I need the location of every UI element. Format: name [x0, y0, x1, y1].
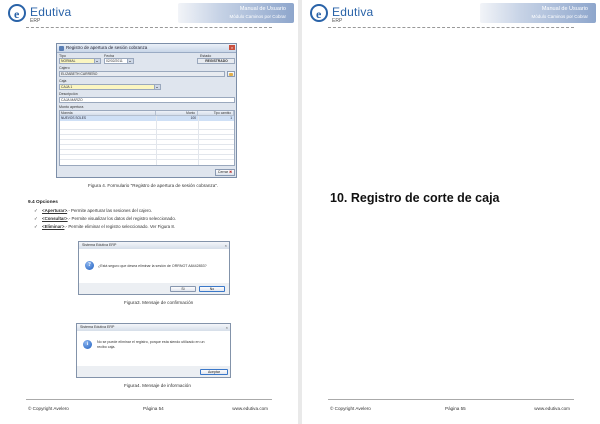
calendar-dropdown-icon[interactable]	[127, 59, 133, 63]
logo-text: Edutiva	[332, 5, 374, 19]
figure-4b-caption: Figura4. Mensaje de información	[124, 383, 191, 388]
no-button[interactable]: No	[199, 286, 225, 292]
close-icon[interactable]: ×	[226, 324, 228, 331]
close-icon: ✖	[229, 170, 233, 174]
no-label: No	[209, 287, 215, 291]
info-message-line1: No se puede eliminar el registro, porque…	[97, 340, 205, 344]
descripcion-value: CAJA MARZO	[61, 98, 83, 102]
bullet-text: .- Permite aperturar las sesiones del ca…	[67, 208, 153, 213]
accept-button[interactable]: Aceptar	[200, 369, 228, 375]
estado-field: REGISTRADO	[197, 58, 235, 64]
confirm-body: ? ¿Está seguro que desea eliminar la ses…	[79, 249, 229, 283]
banner-title: Manual de Usuario	[239, 6, 286, 12]
bullet-text: .- Permite eliminar el registro seleccio…	[64, 224, 175, 229]
fecha-value: 02/02/2011	[106, 59, 123, 63]
info-body: i No se puede eliminar el registro, porq…	[77, 331, 230, 366]
cajero-field: ELIZABETH CARREÑO	[59, 71, 225, 77]
grid-cell-tipo-cambio[interactable]: 1	[198, 116, 234, 121]
page-header: e Edutiva ERP Manual de Usuario Módulo C…	[0, 0, 298, 26]
banner-title: Manual de Usuario	[541, 6, 588, 12]
bullet-key: <Aperturar>	[42, 208, 68, 213]
header-banner: Manual de Usuario Módulo Caminos por Cob…	[480, 3, 596, 23]
document-page-54: e Edutiva ERP Manual de Usuario Módulo C…	[0, 0, 298, 424]
check-icon: ✓	[34, 216, 38, 221]
yes-button[interactable]: Sí	[170, 286, 196, 292]
header-divider	[328, 27, 574, 28]
logo-subtext: ERP	[332, 18, 343, 24]
grid-row-empty	[60, 155, 234, 160]
cajero-value: ELIZABETH CARREÑO	[61, 72, 98, 76]
close-icon[interactable]: ×	[225, 242, 227, 249]
yes-label: Sí	[181, 287, 185, 291]
chapter-title: 10. Registro de corte de caja	[330, 191, 500, 205]
chevron-down-icon[interactable]	[154, 85, 160, 89]
descripcion-field[interactable]: CAJA MARZO	[59, 97, 235, 103]
section-title: 9.4 Opciones	[28, 200, 58, 205]
footer-website: www.edutiva.com	[534, 406, 570, 411]
logo-text: Edutiva	[30, 5, 72, 19]
bullet-key: <Eliminar>	[42, 224, 65, 229]
banner-subtitle: Módulo Caminos por Cobrar	[531, 14, 588, 19]
caja-select[interactable]: CAJA 1	[59, 84, 161, 90]
monto-grid[interactable]: Moneda Monto Tipo cambio NUEVOS SOLES 10…	[59, 110, 235, 166]
footer-divider	[26, 399, 272, 400]
caja-value: CAJA 1	[61, 85, 73, 89]
cajero-search-button[interactable]	[227, 71, 235, 77]
tipo-select[interactable]: NORMAL	[59, 58, 101, 64]
confirm-dialog: Sistema Edutiva ERP × ? ¿Está seguro que…	[78, 241, 230, 295]
confirm-message: ¿Está seguro que desea eliminar la sesió…	[98, 264, 207, 268]
fecha-field[interactable]: 02/02/2011	[104, 58, 134, 64]
grid-col-divider	[198, 116, 199, 165]
footer-page-number: Página 55	[445, 406, 466, 411]
header-banner: Manual de Usuario Módulo Caminos por Cob…	[178, 3, 294, 23]
folder-icon	[229, 73, 233, 76]
tipo-value: NORMAL	[61, 59, 76, 63]
close-icon[interactable]: ×	[229, 45, 235, 50]
bullet-text: .- Permite visualizar los datos del regi…	[67, 216, 176, 221]
figure-3-caption: Figura3. Mensaje de confirmación	[124, 300, 194, 305]
grid-cell-moneda[interactable]: NUEVOS SOLES	[60, 116, 156, 121]
window-icon	[59, 45, 64, 51]
footer-copyright: © Copyright Avelero	[330, 406, 371, 411]
logo-circle-icon: e	[310, 4, 328, 22]
descripcion-label: Descripción	[59, 92, 78, 96]
footer-divider	[328, 399, 574, 400]
estado-value: REGISTRADO	[205, 59, 228, 63]
header-divider	[26, 27, 272, 28]
logo-subtext: ERP	[30, 18, 41, 24]
question-icon: ?	[85, 261, 94, 270]
banner-subtitle: Módulo Caminos por Cobrar	[229, 14, 286, 19]
bullet-key: <Consultar>	[42, 216, 68, 221]
info-dialog: Sistema Edutiva ERP × i No se puede elim…	[76, 323, 231, 378]
dialog-titlebar: Registro de apertura de sesión cobranza …	[57, 44, 236, 53]
logo-circle-icon: e	[8, 4, 26, 22]
check-icon: ✓	[34, 208, 38, 213]
cajero-label: Cajero	[59, 66, 70, 70]
info-icon: i	[83, 340, 92, 349]
footer-copyright: © Copyright Avelero	[28, 406, 69, 411]
apertura-dialog: Registro de apertura de sesión cobranza …	[56, 43, 237, 178]
monto-label: Monto apertura	[59, 105, 84, 109]
footer-page-number: Página 54	[143, 406, 164, 411]
info-message-line2: recibo caja.	[97, 345, 116, 349]
cerrar-label: Cerrar	[217, 170, 229, 174]
confirm-title: Sistema Edutiva ERP	[82, 243, 117, 247]
caja-label: Caja	[59, 79, 67, 83]
page-header: e Edutiva ERP Manual de Usuario Módulo C…	[302, 0, 600, 26]
dialog-title: Registro de apertura de sesión cobranza	[66, 45, 148, 50]
accept-label: Aceptar	[207, 370, 221, 374]
cerrar-button[interactable]: Cerrar ✖	[215, 169, 235, 176]
grid-col-divider	[156, 116, 157, 165]
grid-cell-monto[interactable]: 100	[156, 116, 198, 121]
figure-4-caption: Figura 4. Formulario "Registro de apertu…	[88, 183, 219, 188]
document-page-55: e Edutiva ERP Manual de Usuario Módulo C…	[302, 0, 600, 424]
info-title: Sistema Edutiva ERP	[80, 325, 115, 329]
footer-website: www.edutiva.com	[232, 406, 268, 411]
chevron-down-icon[interactable]	[94, 59, 100, 63]
check-icon: ✓	[34, 224, 38, 229]
